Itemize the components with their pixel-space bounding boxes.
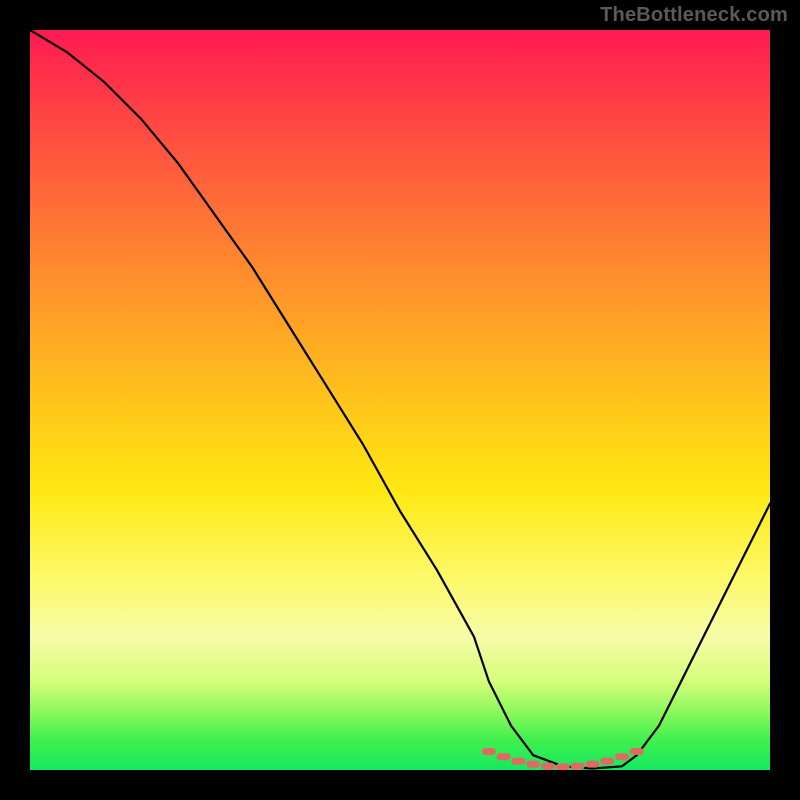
optimal-marker xyxy=(556,764,570,771)
optimal-marker xyxy=(630,748,644,755)
optimal-marker xyxy=(600,758,614,765)
curve-layer xyxy=(30,30,770,770)
chart-frame: TheBottleneck.com xyxy=(0,0,800,800)
optimal-marker xyxy=(482,748,496,755)
optimal-marker xyxy=(511,758,525,765)
optimal-marker xyxy=(571,763,585,770)
optimal-marker xyxy=(615,753,629,760)
bottleneck-curve xyxy=(30,30,770,769)
optimal-marker xyxy=(541,763,555,770)
watermark-text: TheBottleneck.com xyxy=(600,4,788,27)
optimal-marker xyxy=(497,753,511,760)
optimal-marker xyxy=(585,761,599,768)
optimal-marker xyxy=(526,761,540,768)
frame-border-right xyxy=(770,0,800,800)
frame-border-left xyxy=(0,0,30,800)
frame-border-bottom xyxy=(0,770,800,800)
plot-area xyxy=(30,30,770,770)
